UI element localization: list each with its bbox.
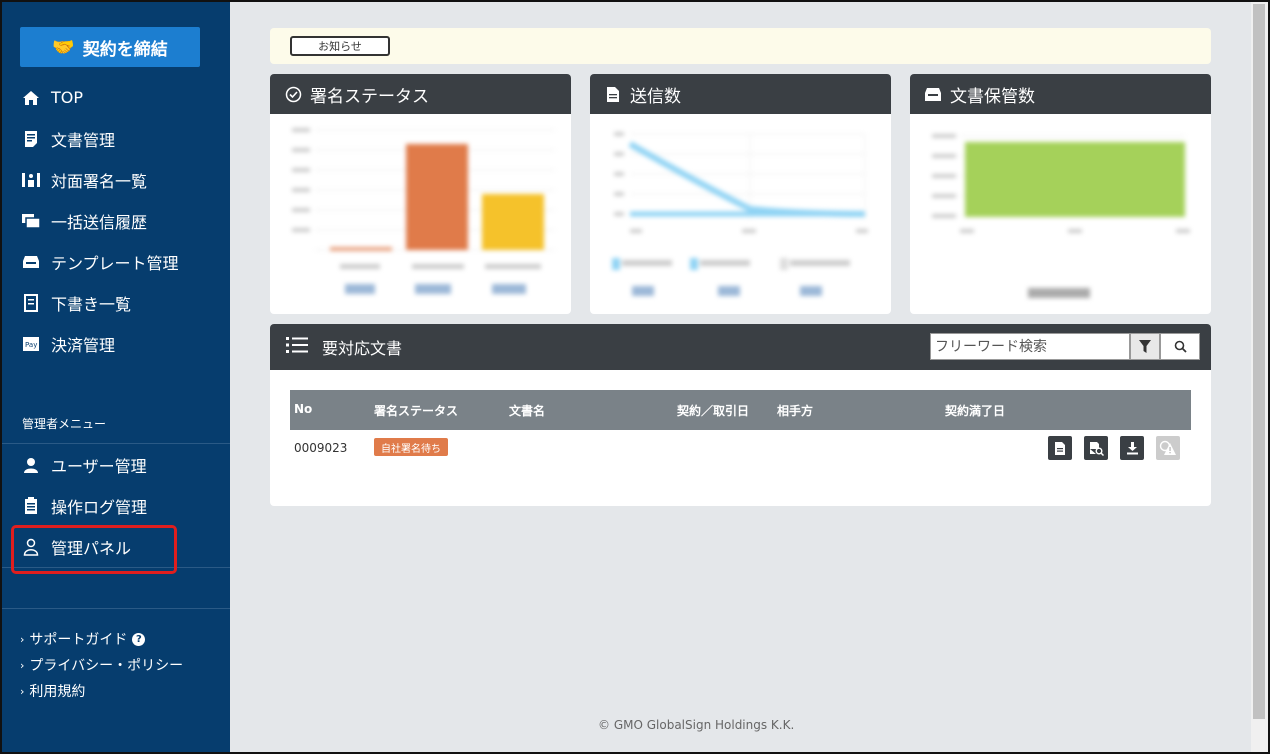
- table-row[interactable]: 0009023 自社署名待ち: [290, 430, 1191, 466]
- sidebar-item-label: TOP: [51, 88, 84, 107]
- privacy-policy-link[interactable]: › プライバシー・ポリシー: [20, 652, 183, 678]
- notice-button[interactable]: お知らせ: [290, 36, 390, 56]
- draft-icon: [20, 293, 42, 313]
- sidebar-item-payment[interactable]: Pay 決済管理: [0, 323, 230, 364]
- sidebar-item-label: 決済管理: [51, 335, 116, 355]
- footer-link-label: プライバシー・ポリシー: [29, 658, 184, 674]
- divider: [0, 608, 230, 609]
- search-button[interactable]: [1160, 333, 1200, 360]
- highlight-box: [11, 525, 177, 574]
- sidebar-item-label: 下書き一覧: [51, 294, 132, 314]
- sidebar-item-top[interactable]: TOP: [0, 77, 230, 118]
- document-list-icon: [20, 129, 42, 149]
- sidebar-item-label: 対面署名一覧: [51, 171, 148, 191]
- payment-icon: Pay: [20, 334, 42, 354]
- sidebar-item-bulk-send[interactable]: 一括送信履歴: [0, 200, 230, 241]
- sidebar-item-label: 一括送信履歴: [51, 212, 148, 232]
- sidebar-item-logs[interactable]: 操作ログ管理: [0, 485, 230, 526]
- storage-count-chart: [910, 114, 1211, 314]
- face-to-face-icon: [20, 170, 42, 190]
- row-number: 0009023: [294, 441, 348, 455]
- preview-document-button[interactable]: [1084, 436, 1108, 460]
- card-header: 文書保管数: [910, 74, 1211, 114]
- bulk-send-icon: [20, 211, 42, 231]
- warning-icon: [1159, 440, 1176, 455]
- column-header-date: 契約／取引日: [677, 404, 750, 418]
- signature-status-chart: [270, 114, 571, 314]
- sidebar: 🤝 契約を締結 TOP 文書管理 対面署名一覧 一括送信履歴 テンプレート管理 …: [0, 0, 230, 754]
- chevron-right-icon: ›: [20, 658, 25, 672]
- download-button[interactable]: [1120, 436, 1144, 460]
- status-badge: 自社署名待ち: [374, 438, 448, 456]
- sent-count-card: 送信数: [590, 74, 891, 314]
- card-title: 送信数: [630, 86, 681, 107]
- chevron-right-icon: ›: [20, 632, 25, 646]
- column-header-no: No: [294, 402, 313, 416]
- home-icon: [20, 88, 42, 108]
- sidebar-item-label: ユーザー管理: [51, 456, 147, 476]
- storage-count-card: 文書保管数: [910, 74, 1211, 314]
- column-header-expiry: 契約満了日: [945, 404, 1006, 418]
- todo-documents-panel: 要対応文書 No 署名ステータス 文書名 契約／取引日 相手方 契約満了日 00…: [270, 324, 1211, 506]
- document-search-icon: [1089, 441, 1104, 456]
- footer-links: › サポートガイド ? › プライバシー・ポリシー › 利用規約: [20, 626, 183, 704]
- table-header: No 署名ステータス 文書名 契約／取引日 相手方 契約満了日: [290, 390, 1191, 430]
- vertical-scrollbar[interactable]: [1251, 2, 1268, 752]
- alert-button[interactable]: [1156, 436, 1180, 460]
- handshake-icon: 🤝: [52, 36, 75, 58]
- sidebar-item-drafts[interactable]: 下書き一覧: [0, 282, 230, 323]
- svg-text:Pay: Pay: [25, 341, 37, 349]
- column-header-doc-name: 文書名: [509, 404, 546, 418]
- document-icon: [604, 85, 622, 103]
- terms-link[interactable]: › 利用規約: [20, 678, 183, 704]
- template-icon: [20, 252, 42, 272]
- archive-box-icon: [924, 85, 942, 103]
- column-header-partner: 相手方: [777, 404, 814, 418]
- card-title: 署名ステータス: [310, 86, 429, 107]
- chevron-right-icon: ›: [20, 684, 25, 698]
- document-icon: [1055, 441, 1065, 455]
- sidebar-item-label: 文書管理: [51, 130, 116, 150]
- user-icon: [20, 455, 42, 475]
- filter-icon: [1139, 340, 1151, 353]
- sidebar-item-label: テンプレート管理: [51, 253, 179, 273]
- scrollbar-thumb[interactable]: [1253, 4, 1265, 719]
- column-header-status: 署名ステータス: [374, 404, 459, 418]
- contract-button[interactable]: 🤝 契約を締結: [20, 27, 200, 67]
- card-header: 署名ステータス: [270, 74, 571, 114]
- sidebar-item-label: 操作ログ管理: [51, 497, 148, 517]
- contract-button-label: 契約を締結: [82, 39, 168, 60]
- footer-link-label: サポートガイド: [29, 632, 128, 648]
- panel-header: 要対応文書: [270, 324, 1211, 370]
- admin-menu-heading: 管理者メニュー: [22, 417, 107, 431]
- search-icon: [1174, 340, 1187, 353]
- main-nav: TOP 文書管理 対面署名一覧 一括送信履歴 テンプレート管理 下書き一覧 Pa…: [0, 77, 230, 364]
- log-icon: [20, 496, 42, 516]
- view-document-button[interactable]: [1048, 436, 1072, 460]
- check-circle-icon: [284, 85, 302, 103]
- sidebar-item-users[interactable]: ユーザー管理: [0, 444, 230, 485]
- search-input[interactable]: [930, 333, 1130, 360]
- signature-status-card: 署名ステータス: [270, 74, 571, 314]
- help-icon: ?: [132, 632, 146, 646]
- notice-bar: お知らせ: [270, 28, 1211, 64]
- sidebar-item-template[interactable]: テンプレート管理: [0, 241, 230, 282]
- download-icon: [1126, 442, 1138, 455]
- panel-title: 要対応文書: [322, 339, 403, 358]
- sent-count-chart: [590, 114, 891, 314]
- sidebar-item-face-to-face[interactable]: 対面署名一覧: [0, 159, 230, 200]
- support-guide-link[interactable]: › サポートガイド ?: [20, 626, 183, 652]
- copyright-text: © GMO GlobalSign Holdings K.K.: [598, 718, 795, 732]
- card-title: 文書保管数: [950, 86, 1035, 107]
- list-icon: [286, 336, 308, 358]
- card-header: 送信数: [590, 74, 891, 114]
- filter-button[interactable]: [1130, 333, 1160, 360]
- sidebar-item-documents[interactable]: 文書管理: [0, 118, 230, 159]
- footer-link-label: 利用規約: [29, 684, 86, 700]
